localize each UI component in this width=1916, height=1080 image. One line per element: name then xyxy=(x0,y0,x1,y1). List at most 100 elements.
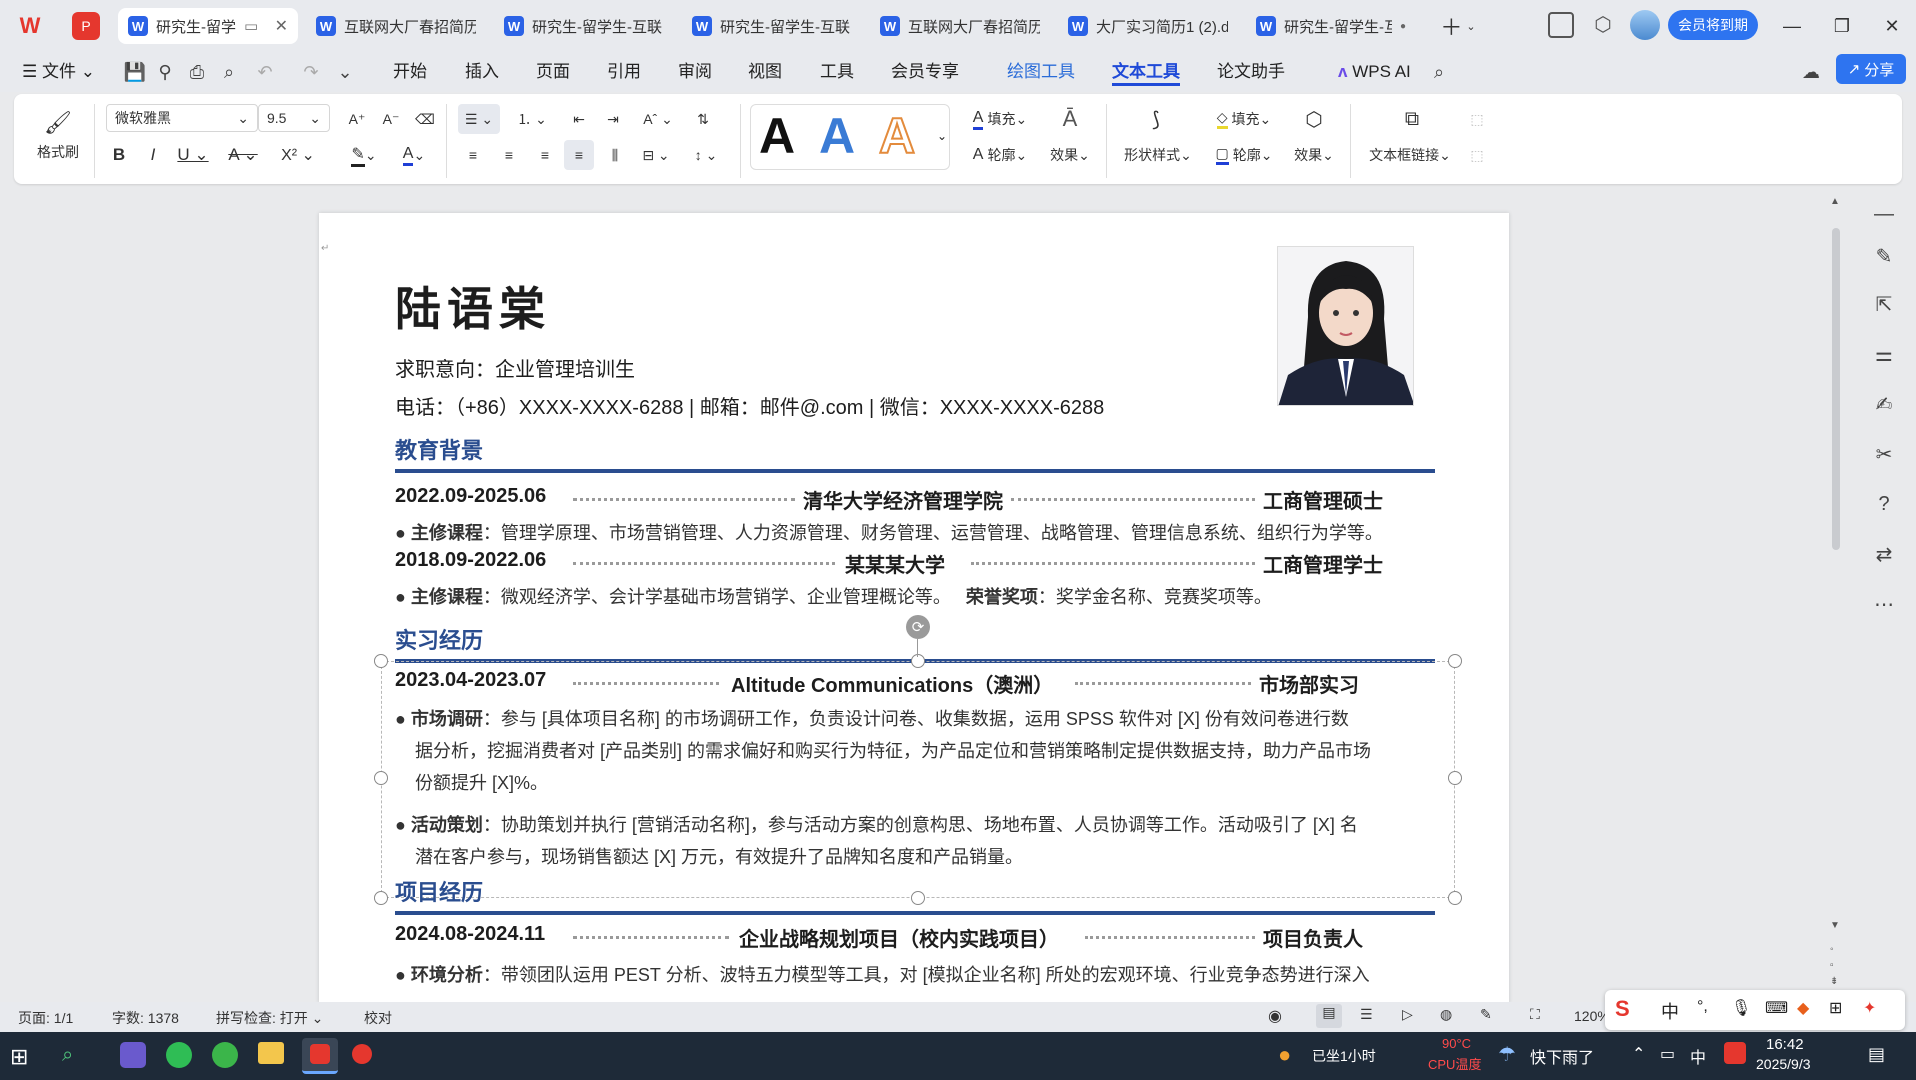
vertical-scrollbar[interactable] xyxy=(1832,228,1840,550)
menu-review[interactable]: 审阅 xyxy=(678,58,712,86)
text-effect-icon[interactable]: Ā xyxy=(1052,104,1088,134)
weather-icon[interactable]: ☂ xyxy=(1498,1042,1516,1067)
battery-icon[interactable]: ▭ xyxy=(1660,1044,1675,1064)
menu-drawing-tools[interactable]: 绘图工具 xyxy=(1007,58,1075,86)
minimize-button[interactable]: — xyxy=(1772,10,1812,42)
intern-bullet-2[interactable]: ● 活动策划：协助策划并执行 [营销活动名称]，参与活动方案的创意构思、场地布置… xyxy=(395,809,1358,873)
web-view-icon[interactable]: ◍ xyxy=(1440,1006,1452,1023)
font-family-select[interactable]: 微软雅黑 ⌄ xyxy=(106,104,258,132)
align-left-icon[interactable]: ≡ xyxy=(458,140,488,170)
font-color-icon[interactable]: A ⌄ xyxy=(394,142,434,168)
word-count[interactable]: 字数: 1378 xyxy=(112,1008,179,1028)
translate-icon[interactable]: ⇄ xyxy=(1866,536,1902,572)
sitting-reminder-icon[interactable]: ● xyxy=(1278,1042,1291,1068)
menu-view[interactable]: 视图 xyxy=(748,58,782,86)
format-painter-button[interactable]: 🖌 格式刷 xyxy=(30,104,86,168)
menu-start[interactable]: 开始 xyxy=(393,58,427,86)
contact-info[interactable]: 电话：（+86）XXXX-XXXX-6288 | 邮箱：邮件@.com | 微信… xyxy=(395,391,1104,420)
folder-icon[interactable] xyxy=(258,1042,284,1064)
intern-row[interactable]: 2023.04-2023.07 Altitude Communications（… xyxy=(395,669,1435,697)
style-orange-a[interactable]: A xyxy=(878,107,916,165)
punctuation-icon[interactable]: °, xyxy=(1697,998,1708,1016)
project-row[interactable]: 2024.08-2024.11 企业战略规划项目（校内实践项目） 项目负责人 xyxy=(395,923,1435,951)
align-right-icon[interactable]: ≡ xyxy=(530,140,560,170)
resize-handle[interactable] xyxy=(374,654,388,668)
style-black-a[interactable]: A xyxy=(759,107,795,165)
menu-text-tools[interactable]: 文本工具 xyxy=(1112,58,1180,86)
numbered-list-icon[interactable]: ⒈ ⌄ xyxy=(512,104,552,134)
file-menu[interactable]: ☰ 文件 ⌄ xyxy=(22,58,95,86)
bold-button[interactable]: B xyxy=(106,142,132,168)
text-effect-button[interactable]: 效果 ⌄ xyxy=(1044,140,1096,170)
app-icon[interactable] xyxy=(120,1042,146,1068)
clear-format-icon[interactable]: ⌫ xyxy=(412,106,438,132)
shrink-font-icon[interactable]: A⁻ xyxy=(378,106,404,132)
page-view-icon[interactable]: ▤ xyxy=(1316,1004,1342,1028)
play-icon[interactable]: ▷ xyxy=(1402,1006,1413,1023)
tab-dot-icon[interactable]: ● xyxy=(1392,21,1406,32)
project-bullet-1[interactable]: ● 环境分析：带领团队运用 PEST 分析、波特五力模型等工具，对 [模拟企业名… xyxy=(395,961,1370,987)
windows-start-icon[interactable]: ⊞ xyxy=(10,1044,28,1070)
wps-taskbar-icon[interactable] xyxy=(302,1038,338,1074)
edu2-courses[interactable]: ● 主修课程：微观经济学、会计学基础市场营销学、企业管理概论等。 荣誉奖项：奖学… xyxy=(395,583,1272,609)
weather-text[interactable]: 快下雨了 xyxy=(1530,1044,1594,1068)
ai-write-icon[interactable]: ✍ xyxy=(1866,386,1902,422)
tab-document[interactable]: W 研究生-留学生-互联 xyxy=(682,8,862,44)
tab-document[interactable]: W 互联网大厂春招简历 xyxy=(306,8,486,44)
wps-ai-button[interactable]: ʌ WPS AI xyxy=(1338,58,1411,86)
resize-handle[interactable] xyxy=(374,771,388,785)
wechat-icon[interactable] xyxy=(166,1042,192,1068)
shape-style-button[interactable]: 形状样式 ⌄ xyxy=(1116,140,1200,170)
italic-button[interactable]: I xyxy=(140,142,166,168)
keyboard-icon[interactable]: ⌨ xyxy=(1765,998,1788,1018)
resize-handle[interactable] xyxy=(911,654,925,668)
pdf-app-icon[interactable]: P xyxy=(72,12,100,40)
new-tab-button[interactable]: ＋ ⌄ xyxy=(1436,12,1480,40)
ime-language[interactable]: 中 xyxy=(1661,998,1679,1024)
edu-row-2[interactable]: 2018.09-2022.06 某某某大学 工商管理学士 xyxy=(395,549,1435,577)
sogou-tray-icon[interactable] xyxy=(1724,1042,1746,1064)
tray-chevron-icon[interactable]: ⌃ xyxy=(1632,1044,1645,1064)
pen-mode-icon[interactable]: ✎ xyxy=(1480,1006,1492,1023)
member-expiry-badge[interactable]: 会员将到期 xyxy=(1668,10,1758,40)
resize-handle[interactable] xyxy=(1448,654,1462,668)
menu-page[interactable]: 页面 xyxy=(536,58,570,86)
font-size-select[interactable]: 9.5 ⌄ xyxy=(258,104,330,132)
sort-icon[interactable]: ⇅ xyxy=(688,104,718,134)
share-button[interactable]: ↗ 分享 xyxy=(1836,54,1906,84)
gallery-expand-icon[interactable]: ⌄ xyxy=(937,129,947,143)
search-icon[interactable]: ⌕ xyxy=(1426,58,1452,86)
shape-fill-button[interactable]: ◇ 填充 ⌄ xyxy=(1204,104,1284,134)
customize-chevron-icon[interactable]: ⌄ xyxy=(332,58,358,86)
close-window-button[interactable]: ✕ xyxy=(1872,10,1912,42)
taskbar-language[interactable]: 中 xyxy=(1690,1044,1706,1068)
grow-font-icon[interactable]: A⁺ xyxy=(344,106,370,132)
browser-icon[interactable] xyxy=(212,1042,238,1068)
avatar[interactable] xyxy=(1630,10,1660,40)
resize-handle[interactable] xyxy=(374,891,388,905)
document-page[interactable]: ↵ 陆语棠 求职意向：企业管理培训生 电话：（+86）XXXX-XXXX-628… xyxy=(319,213,1509,1003)
sogou-logo-icon[interactable]: S xyxy=(1615,996,1630,1022)
print-preview-icon[interactable]: ⌕ xyxy=(216,58,242,86)
print-icon[interactable]: ⎙ xyxy=(184,58,210,86)
help-icon[interactable]: ? xyxy=(1866,486,1902,522)
menu-tools[interactable]: 工具 xyxy=(820,58,854,86)
shape-style-icon[interactable]: ⟆ xyxy=(1138,104,1174,134)
textbox-link-icon[interactable]: ⧉ xyxy=(1394,104,1430,134)
justify-icon[interactable]: ≡ xyxy=(564,140,594,170)
wps-logo-icon[interactable]: W xyxy=(16,12,44,40)
superscript-button[interactable]: X² ⌄ xyxy=(278,142,318,168)
tab-document-active[interactable]: W 研究生-留学 ▭ ✕ xyxy=(118,8,298,44)
text-style-gallery[interactable]: A A A ⌄ xyxy=(750,104,950,170)
disconnect-icon[interactable]: ⬚ xyxy=(1462,140,1492,170)
section-title-education[interactable]: 教育背景 xyxy=(395,433,483,465)
spell-check-toggle[interactable]: 拼写检查: 打开 ⌄ xyxy=(216,1008,323,1028)
bullet-list-icon[interactable]: ☰ ⌄ xyxy=(458,104,500,134)
menu-paper-assistant[interactable]: 论文助手 xyxy=(1217,58,1285,86)
tab-document[interactable]: W 大厂实习简历1 (2).d xyxy=(1058,8,1238,44)
clock-date[interactable]: 2025/9/3 xyxy=(1756,1056,1811,1072)
tools-icon[interactable]: ✂ xyxy=(1866,436,1902,472)
resize-handle[interactable] xyxy=(1448,891,1462,905)
resize-handle[interactable] xyxy=(911,891,925,905)
text-direction-icon[interactable]: Aˆ ⌄ xyxy=(638,104,678,134)
